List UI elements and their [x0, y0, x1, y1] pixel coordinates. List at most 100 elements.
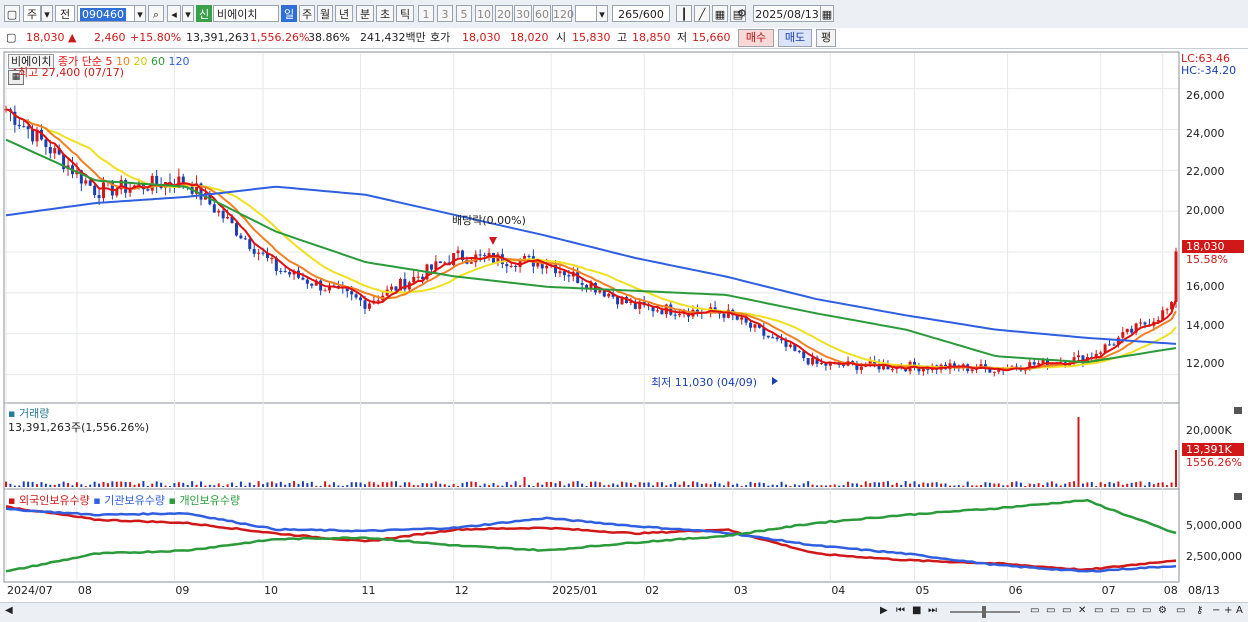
- scroll-left-icon[interactable]: ◀: [5, 605, 13, 616]
- period-minute[interactable]: 분: [356, 5, 374, 22]
- chevron-down-icon[interactable]: ▾: [182, 5, 194, 22]
- legend-indiv[interactable]: ▪ 개인보유수량: [168, 494, 240, 507]
- rewind-icon[interactable]: ⏮: [896, 605, 905, 616]
- interval-3[interactable]: 3: [437, 5, 453, 22]
- volume-bar: [71, 485, 74, 487]
- candle-icon[interactable]: ┃: [676, 5, 692, 22]
- count-max: /600: [639, 8, 664, 21]
- volume-panel[interactable]: [3, 402, 1180, 490]
- volume-bar: [239, 481, 242, 487]
- chart-scrollbar[interactable]: ◀ ▶ ⏮ ■ ⏭ ▭ ▭ ▭ ✕ ▭ ▭ ▭ ▭ ⚙ ▭ ⚷ − + A: [0, 602, 1248, 622]
- panel-close-icon[interactable]: [1234, 493, 1242, 500]
- count-input[interactable]: 265/600: [612, 5, 670, 22]
- chart-area[interactable]: 비에이치 종가 단순 5 10 20 60 120 ▦ 최고 27,400 (0…: [0, 50, 1248, 602]
- x-tick-label: 09: [175, 584, 190, 597]
- gear-icon[interactable]: ⚙: [1158, 605, 1167, 616]
- volume-bar: [284, 484, 287, 487]
- zoom-in-icon[interactable]: +: [1224, 605, 1232, 616]
- volume-bar: [164, 485, 167, 487]
- chart-svg[interactable]: [0, 50, 1248, 602]
- font-icon[interactable]: A: [1236, 605, 1243, 616]
- candle-body: [616, 296, 620, 305]
- chart-settings-icon[interactable]: ▦: [712, 5, 728, 22]
- panel-close-icon[interactable]: [1234, 407, 1242, 414]
- speaker-icon[interactable]: ◂: [167, 5, 181, 22]
- buy-button[interactable]: 매수: [738, 29, 774, 47]
- open-label: 시: [556, 31, 567, 44]
- interval-60[interactable]: 60: [533, 5, 551, 22]
- date-input[interactable]: 2025/08/13: [753, 5, 821, 22]
- volume-bar: [1152, 484, 1155, 487]
- legend-ma20[interactable]: 20: [133, 55, 147, 68]
- sell-button[interactable]: 매도: [778, 29, 812, 47]
- x-tick-label: 04: [831, 584, 846, 597]
- tool-icon-7[interactable]: ▭: [1142, 605, 1151, 616]
- volume-bar: [762, 483, 765, 487]
- key-icon[interactable]: ⚷: [1196, 605, 1203, 616]
- candle-body: [753, 324, 757, 328]
- volume-bar: [780, 481, 783, 487]
- volume-bar: [319, 485, 322, 487]
- stock-name[interactable]: 비에이치: [213, 5, 279, 22]
- volume-bar: [944, 483, 947, 487]
- volume-bar: [421, 483, 424, 487]
- period-year[interactable]: 년: [335, 5, 353, 22]
- interval-5[interactable]: 5: [456, 5, 472, 22]
- stop-icon[interactable]: ■: [912, 605, 921, 616]
- volume-bar: [563, 485, 566, 487]
- interval-120[interactable]: 120: [552, 5, 574, 22]
- volume-bar: [315, 485, 318, 487]
- candle-body: [434, 261, 438, 270]
- range-select[interactable]: 전: [55, 5, 75, 22]
- cross-icon[interactable]: ✕: [1078, 605, 1086, 616]
- interval-30[interactable]: 30: [514, 5, 532, 22]
- tool-icon-6[interactable]: ▭: [1126, 605, 1135, 616]
- volume-bar: [133, 484, 136, 487]
- zoom-handle[interactable]: [982, 606, 986, 618]
- period-tick[interactable]: 틱: [396, 5, 414, 22]
- legend-inst[interactable]: ▪ 기관보유수량: [93, 494, 165, 507]
- tool-icon-1[interactable]: ▭: [1030, 605, 1039, 616]
- zoom-out-icon[interactable]: −: [1212, 605, 1220, 616]
- period-month[interactable]: 월: [317, 5, 333, 22]
- draw-tool-icon[interactable]: ╱: [694, 5, 710, 22]
- code-input[interactable]: 090460: [77, 5, 135, 22]
- fast-forward-icon[interactable]: ⏭: [928, 605, 937, 616]
- volume-bar: [869, 483, 872, 487]
- chevron-down-icon[interactable]: ▾: [41, 5, 53, 22]
- interval-20[interactable]: 20: [495, 5, 513, 22]
- period-week[interactable]: 주: [299, 5, 315, 22]
- period-second[interactable]: 초: [376, 5, 394, 22]
- candle-body: [478, 254, 482, 256]
- calendar-icon[interactable]: ▦: [820, 5, 834, 22]
- volume-bar: [448, 485, 451, 487]
- layout-icon[interactable]: ▢: [4, 5, 20, 22]
- period-day[interactable]: 일: [281, 5, 297, 22]
- candle-body: [221, 210, 225, 219]
- volume-bar: [120, 481, 123, 487]
- candle-body: [44, 139, 48, 147]
- volume-bar: [594, 481, 597, 487]
- tool-icon-3[interactable]: ▭: [1062, 605, 1071, 616]
- interval-1[interactable]: 1: [418, 5, 434, 22]
- interval-10[interactable]: 10: [475, 5, 493, 22]
- volume-bar: [656, 482, 659, 487]
- tool-icon-8[interactable]: ▭: [1176, 605, 1185, 616]
- gear-icon[interactable]: ⚙: [734, 5, 750, 22]
- legend-ma60[interactable]: 60: [151, 55, 165, 68]
- type-select[interactable]: 주: [23, 5, 41, 22]
- legend-foreign[interactable]: ▪ 외국인보유수량: [8, 494, 90, 507]
- candle-body: [323, 290, 327, 292]
- chevron-down-icon[interactable]: ▾: [596, 5, 608, 22]
- holding-ytick-2.5m: 2,500,000: [1186, 550, 1242, 563]
- tool-icon-5[interactable]: ▭: [1110, 605, 1119, 616]
- eval-button[interactable]: 평: [816, 29, 836, 47]
- scroll-right-icon[interactable]: ▶: [880, 605, 888, 616]
- chevron-down-icon[interactable]: ▾: [134, 5, 146, 22]
- tool-icon-2[interactable]: ▭: [1046, 605, 1055, 616]
- price-panel[interactable]: [3, 51, 1180, 404]
- volume-bar: [297, 483, 300, 487]
- tool-icon-4[interactable]: ▭: [1094, 605, 1103, 616]
- search-icon[interactable]: ⌕: [148, 5, 164, 22]
- legend-ma120[interactable]: 120: [168, 55, 189, 68]
